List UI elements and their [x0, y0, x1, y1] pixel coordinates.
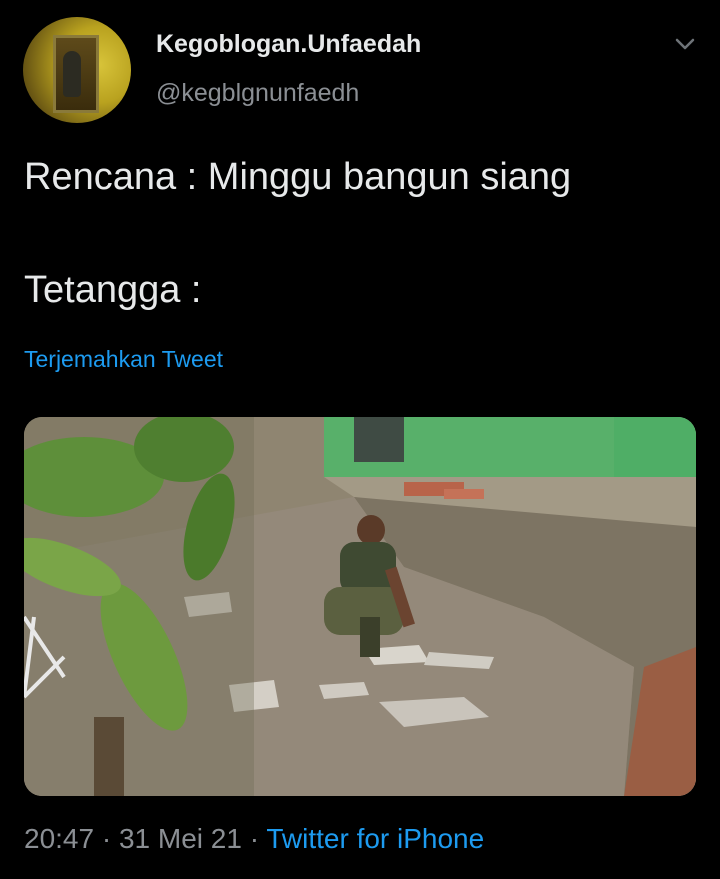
translate-tweet-link[interactable]: Terjemahkan Tweet: [24, 346, 223, 373]
meta-separator: ·: [249, 823, 260, 854]
tweet-text-line-2: Tetangga :: [24, 269, 202, 311]
avatar-figure-detail: [63, 51, 81, 97]
meta-separator: ·: [101, 823, 112, 854]
avatar[interactable]: [23, 17, 131, 123]
tweet-text-line-1: Rencana : Minggu bangun siang: [24, 156, 572, 198]
tweet-date[interactable]: 31 Mei 21: [119, 823, 242, 854]
tweet-time: 20:47: [24, 823, 95, 854]
chevron-down-icon[interactable]: [674, 36, 696, 52]
tweet-photo[interactable]: [24, 417, 696, 796]
tweet-source-link[interactable]: Twitter for iPhone: [266, 823, 484, 854]
tweet-metadata: 20:47 · 31 Mei 21 · Twitter for iPhone: [24, 823, 484, 855]
author-handle[interactable]: @kegblgnunfaedh: [156, 79, 359, 108]
author-name[interactable]: Kegoblogan.Unfaedah: [156, 30, 421, 59]
photo-illustration: [24, 417, 696, 796]
